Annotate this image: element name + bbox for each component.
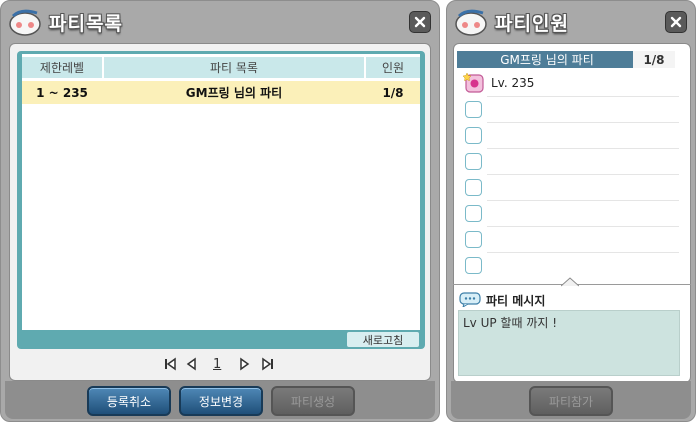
- current-page-number[interactable]: 1: [213, 357, 221, 372]
- maple-logo-icon: [9, 9, 41, 36]
- party-message-title: 파티 메시지: [486, 294, 546, 308]
- empty-slot-icon: [465, 257, 482, 274]
- column-header-level[interactable]: 제한레벨: [22, 57, 102, 78]
- party-members-title-bar[interactable]: 파티인원: [451, 5, 691, 39]
- party-leader-icon: [463, 72, 484, 93]
- prev-page-icon[interactable]: [185, 357, 197, 371]
- party-members-title: 파티인원: [495, 13, 569, 35]
- chat-bubble-icon: [459, 292, 481, 307]
- next-page-icon[interactable]: [239, 357, 251, 371]
- member-slot-7[interactable]: [457, 227, 685, 253]
- first-page-icon[interactable]: [163, 357, 177, 371]
- refresh-button[interactable]: 새로고침: [347, 332, 419, 347]
- member-slot-6[interactable]: [457, 201, 685, 227]
- close-icon: [670, 16, 682, 28]
- empty-slot-icon: [465, 153, 482, 170]
- row-party-name: GM프링 님의 파티: [185, 86, 283, 100]
- cancel-registration-button[interactable]: 등록취소: [87, 386, 171, 416]
- party-list-title-bar[interactable]: 파티목록: [5, 5, 435, 39]
- member-slot-5[interactable]: [457, 175, 685, 201]
- party-members-close-button[interactable]: [665, 11, 687, 33]
- member-level: Lv. 235: [491, 76, 535, 90]
- row-level-range: 1 ~ 235: [36, 85, 88, 100]
- party-message-text: Lv UP 할때 까지 !: [458, 310, 680, 376]
- empty-slot-icon: [465, 231, 482, 248]
- member-slot-8[interactable]: [457, 253, 685, 279]
- row-member-count: 1/8: [382, 85, 404, 100]
- party-message-area: 파티 메시지 Lv UP 할때 까지 !: [456, 286, 684, 378]
- create-party-button[interactable]: 파티생성: [271, 386, 355, 416]
- member-slot-1[interactable]: Lv. 235: [457, 71, 685, 97]
- close-icon: [414, 16, 426, 28]
- member-slot-3[interactable]: [457, 123, 685, 149]
- party-list-window: 파티목록 제한레벨 파티 목록 인원 1 ~ 235 GM프링 님의 파티 1/…: [0, 0, 440, 422]
- edit-info-button[interactable]: 정보변경: [179, 386, 263, 416]
- empty-slot-icon: [465, 179, 482, 196]
- party-header: GM프링 님의 파티 1/8: [457, 51, 675, 68]
- party-list-table: 제한레벨 파티 목록 인원 1 ~ 235 GM프링 님의 파티 1/8 새로고…: [17, 51, 425, 349]
- member-slot-2[interactable]: [457, 97, 685, 123]
- empty-slot-icon: [465, 127, 482, 144]
- column-header-members[interactable]: 인원: [366, 57, 420, 78]
- column-header-party[interactable]: 파티 목록: [104, 57, 364, 78]
- pagination: 1: [1, 357, 441, 375]
- join-party-button[interactable]: 파티참가: [529, 386, 613, 416]
- empty-slot-icon: [465, 205, 482, 222]
- empty-slot-icon: [465, 101, 482, 118]
- maple-logo-icon: [455, 9, 487, 36]
- party-name-label: GM프링 님의 파티: [500, 53, 594, 67]
- party-member-count: 1/8: [633, 51, 675, 68]
- table-row[interactable]: 1 ~ 235 GM프링 님의 파티 1/8: [22, 81, 420, 104]
- party-list-close-button[interactable]: [409, 11, 431, 33]
- member-slot-4[interactable]: [457, 149, 685, 175]
- last-page-icon[interactable]: [261, 357, 275, 371]
- party-list-body: 제한레벨 파티 목록 인원 1 ~ 235 GM프링 님의 파티 1/8: [22, 54, 420, 330]
- party-list-title: 파티목록: [49, 13, 123, 35]
